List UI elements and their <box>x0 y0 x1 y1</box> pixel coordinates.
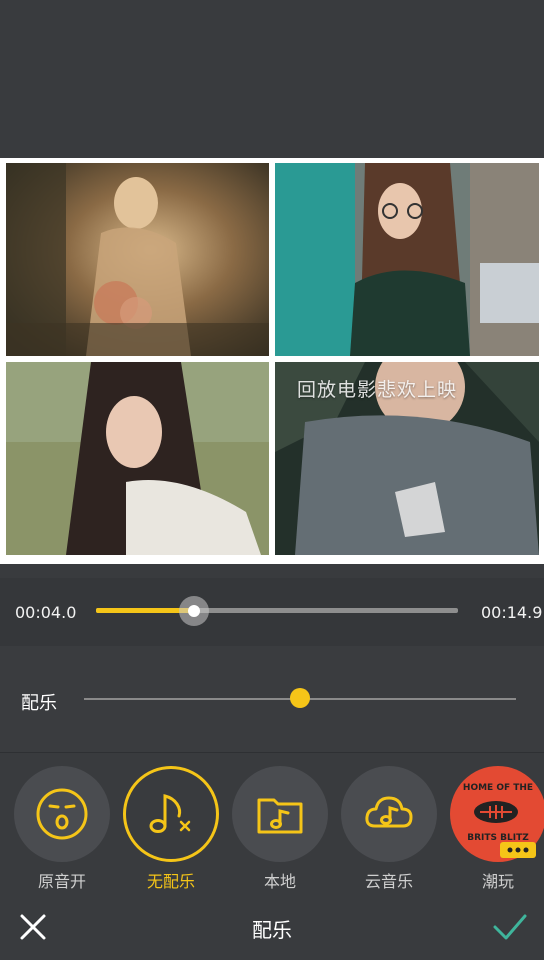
music-volume-label: 配乐 <box>21 693 57 714</box>
option-original-sound[interactable]: 原音开 <box>13 766 111 892</box>
option-label: 云音乐 <box>364 872 413 891</box>
option-label: 无配乐 <box>146 872 195 891</box>
option-cloud-music-circle[interactable] <box>341 766 437 862</box>
preview-overlay-text: 回放电影悲欢上映 <box>297 379 458 401</box>
bottom-toolbar: 配乐 <box>0 893 544 960</box>
option-trendy-circle[interactable]: HOME OF THE BRITS BLITZ <box>450 766 544 862</box>
option-cloud-music[interactable]: 云音乐 <box>340 766 438 892</box>
mouth-face-icon <box>36 788 88 840</box>
folder-music-icon <box>257 798 303 834</box>
page-title: 配乐 <box>252 918 292 942</box>
option-label: 原音开 <box>37 872 86 891</box>
total-time: 00:14.9 <box>481 603 543 622</box>
video-preview[interactable]: 回放电影悲欢上映 <box>0 158 544 564</box>
photo-girl-with-flowers <box>6 163 269 356</box>
music-note-off-icon <box>149 794 191 833</box>
option-original-sound-circle[interactable] <box>14 766 110 862</box>
music-volume-row: 配乐 <box>0 646 544 752</box>
photo-girl-with-glasses <box>275 163 539 356</box>
cloud-music-icon <box>365 796 413 828</box>
music-volume-slider[interactable] <box>290 688 310 708</box>
option-no-music-circle[interactable] <box>123 766 219 862</box>
option-local[interactable]: 本地 <box>231 766 329 892</box>
check-icon[interactable] <box>492 911 528 943</box>
timeline-scrubber[interactable] <box>178 596 209 626</box>
option-label: 潮玩 <box>481 872 514 891</box>
top-empty-area <box>0 0 544 158</box>
option-local-circle[interactable] <box>232 766 328 862</box>
svg-text:BRITS BLITZ: BRITS BLITZ <box>467 833 529 843</box>
option-no-music[interactable]: 无配乐 <box>122 766 220 892</box>
option-label: 本地 <box>263 872 296 891</box>
svg-text:HOME OF THE: HOME OF THE <box>463 783 533 793</box>
option-trendy[interactable]: HOME OF THE BRITS BLITZ 潮玩 <box>449 766 544 892</box>
timeline-bar: 00:04.0 00:14.9 <box>0 578 544 646</box>
music-options: 原音开 无配乐 本地 云音乐 HOME OF THE BRITS BLITZ 潮… <box>0 753 544 893</box>
brits-blitz-badge: HOME OF THE BRITS BLITZ <box>452 768 544 860</box>
current-time: 00:04.0 <box>15 603 77 622</box>
photo-girl-long-hair <box>6 362 269 555</box>
timeline-track[interactable] <box>96 608 458 613</box>
